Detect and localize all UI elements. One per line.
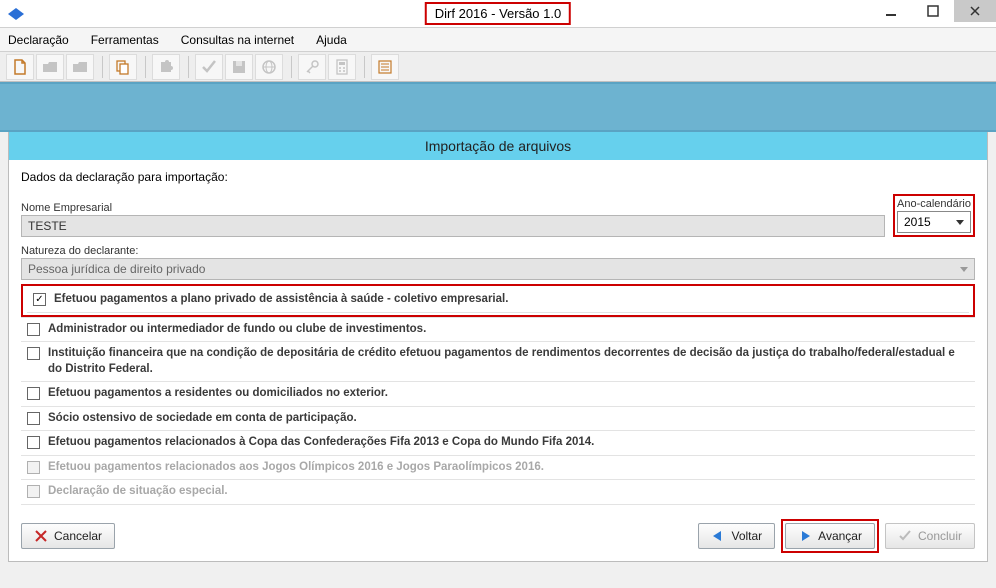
voltar-label: Voltar: [731, 529, 762, 543]
toolbar-sep: [364, 56, 365, 78]
button-bar: Cancelar Voltar Avançar: [21, 505, 975, 553]
checkbox-icon[interactable]: [33, 293, 46, 306]
forward-icon: [798, 529, 812, 543]
checkbox-list: Efetuou pagamentos a plano privado de as…: [21, 286, 975, 505]
toolbar-save-icon[interactable]: [225, 54, 253, 80]
check-label: Efetuou pagamentos relacionados aos Jogo…: [48, 460, 544, 476]
natureza-value: Pessoa jurídica de direito privado: [28, 262, 205, 276]
avancar-label: Avançar: [818, 529, 862, 543]
check-row-highlight: Efetuou pagamentos a plano privado de as…: [21, 284, 975, 317]
title-bar: Dirf 2016 - Versão 1.0: [0, 0, 996, 28]
toolbar: [0, 52, 996, 82]
checkbox-icon: [27, 461, 40, 474]
checkbox-icon: [27, 485, 40, 498]
check-label: Efetuou pagamentos a plano privado de as…: [54, 292, 508, 308]
checkbox-icon[interactable]: [27, 347, 40, 360]
maximize-button[interactable]: [912, 0, 954, 22]
check-row-inst-financeira[interactable]: Instituição financeira que na condição d…: [21, 341, 975, 381]
toolbar-sep: [188, 56, 189, 78]
check-label: Administrador ou intermediador de fundo …: [48, 322, 426, 338]
ano-value: 2015: [904, 215, 931, 229]
check-row-socio[interactable]: Sócio ostensivo de sociedade em conta de…: [21, 406, 975, 431]
menu-bar: Declaração Ferramentas Consultas na inte…: [0, 28, 996, 52]
checkbox-icon[interactable]: [27, 436, 40, 449]
import-panel: Importação de arquivos Dados da declaraç…: [8, 132, 988, 562]
check-row-saude[interactable]: Efetuou pagamentos a plano privado de as…: [27, 288, 969, 313]
section-title: Dados da declaração para importação:: [21, 170, 975, 184]
toolbar-sep: [145, 56, 146, 78]
check-label: Instituição financeira que na condição d…: [48, 346, 969, 377]
check-label: Sócio ostensivo de sociedade em conta de…: [48, 411, 357, 427]
menu-consultas[interactable]: Consultas na internet: [177, 31, 298, 49]
chevron-down-icon: [956, 220, 964, 225]
ano-highlight: Ano-calendário 2015: [893, 194, 975, 237]
cancel-icon: [34, 529, 48, 543]
natureza-select[interactable]: Pessoa jurídica de direito privado: [21, 258, 975, 280]
toolbar-sep: [291, 56, 292, 78]
toolbar-new-icon[interactable]: [6, 54, 34, 80]
menu-ajuda[interactable]: Ajuda: [312, 31, 351, 49]
check-row-situacao-especial: Declaração de situação especial.: [21, 479, 975, 505]
avancar-button[interactable]: Avançar: [785, 523, 875, 549]
panel-title: Importação de arquivos: [9, 132, 987, 160]
cancelar-button[interactable]: Cancelar: [21, 523, 115, 549]
toolbar-copy-icon[interactable]: [109, 54, 137, 80]
header-strip: [0, 82, 996, 132]
menu-ferramentas[interactable]: Ferramentas: [87, 31, 163, 49]
check-label: Declaração de situação especial.: [48, 484, 228, 500]
ano-select[interactable]: 2015: [897, 211, 971, 233]
toolbar-puzzle-icon[interactable]: [152, 54, 180, 80]
check-icon: [898, 529, 912, 543]
avancar-highlight: Avançar: [781, 519, 879, 553]
ano-label: Ano-calendário: [897, 198, 971, 210]
window-title: Dirf 2016 - Versão 1.0: [435, 6, 561, 21]
chevron-down-icon: [960, 267, 968, 272]
checkbox-icon[interactable]: [27, 387, 40, 400]
toolbar-globe-icon[interactable]: [255, 54, 283, 80]
close-button[interactable]: [954, 0, 996, 22]
toolbar-folder-icon[interactable]: [66, 54, 94, 80]
check-row-admin-fundo[interactable]: Administrador ou intermediador de fundo …: [21, 317, 975, 342]
title-highlight: Dirf 2016 - Versão 1.0: [425, 2, 571, 25]
toolbar-check-icon[interactable]: [195, 54, 223, 80]
back-icon: [711, 529, 725, 543]
check-label: Efetuou pagamentos a residentes ou domic…: [48, 386, 388, 402]
cancelar-label: Cancelar: [54, 529, 102, 543]
check-row-olimpicos: Efetuou pagamentos relacionados aos Jogo…: [21, 455, 975, 480]
minimize-button[interactable]: [870, 0, 912, 22]
concluir-button: Concluir: [885, 523, 975, 549]
checkbox-icon[interactable]: [27, 323, 40, 336]
voltar-button[interactable]: Voltar: [698, 523, 775, 549]
toolbar-sep: [102, 56, 103, 78]
menu-declaracao[interactable]: Declaração: [4, 31, 73, 49]
nome-label: Nome Empresarial: [21, 202, 885, 214]
check-row-exterior[interactable]: Efetuou pagamentos a residentes ou domic…: [21, 381, 975, 406]
window-controls: [870, 0, 996, 28]
nome-input[interactable]: TESTE: [21, 215, 885, 237]
toolbar-open-icon[interactable]: [36, 54, 64, 80]
toolbar-key-icon[interactable]: [298, 54, 326, 80]
app-icon: [6, 4, 26, 24]
check-label: Efetuou pagamentos relacionados à Copa d…: [48, 435, 594, 451]
toolbar-calc-icon[interactable]: [328, 54, 356, 80]
toolbar-list-icon[interactable]: [371, 54, 399, 80]
concluir-label: Concluir: [918, 529, 962, 543]
natureza-label: Natureza do declarante:: [21, 245, 975, 257]
check-row-copa[interactable]: Efetuou pagamentos relacionados à Copa d…: [21, 430, 975, 455]
checkbox-icon[interactable]: [27, 412, 40, 425]
